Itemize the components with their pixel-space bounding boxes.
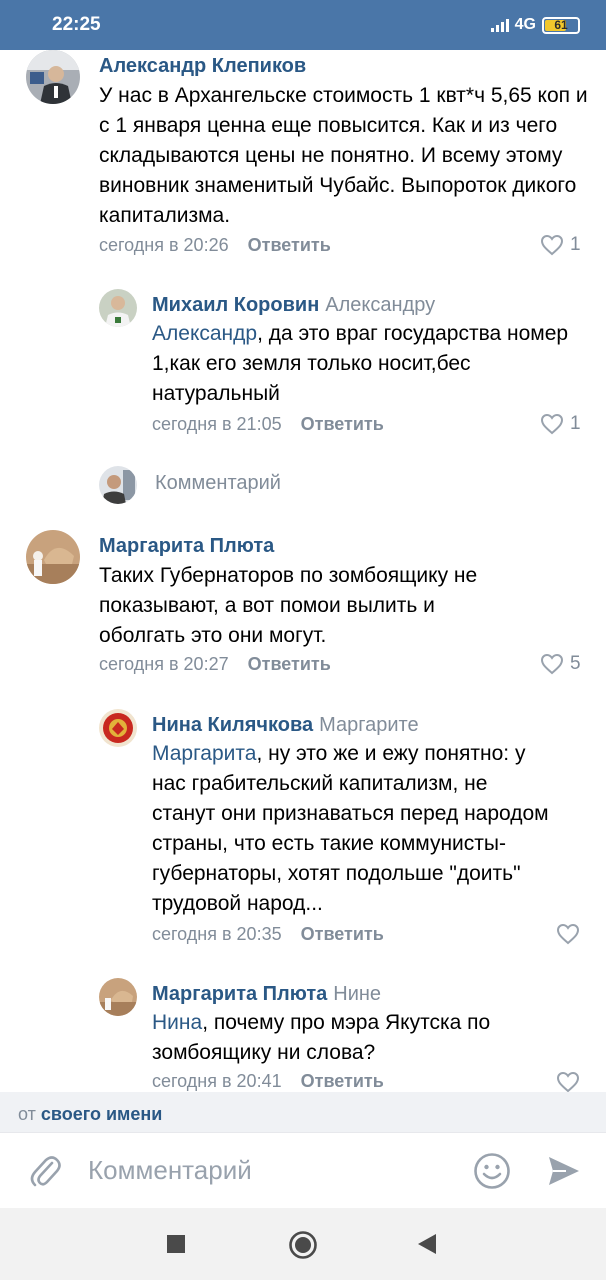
comment-text: Таких Губернаторов по зомбоящику не пока…: [99, 564, 478, 647]
avatar[interactable]: [26, 50, 80, 104]
comment-date: сегодня в 20:35: [152, 924, 282, 944]
comment-reply: Нина Килячкова Маргарите Маргарита, ну эт…: [0, 705, 606, 955]
reply-to: Маргарите: [319, 714, 419, 736]
comment-text: Александр, да это враг государства номер…: [152, 322, 569, 405]
comment-meta: сегодня в 20:27 Ответить: [99, 654, 331, 675]
comment-author[interactable]: Маргарита Плюта Нине: [152, 983, 381, 1006]
like-count: 5: [570, 653, 581, 674]
reply-button[interactable]: Ответить: [301, 1071, 384, 1091]
reply-button[interactable]: Ответить: [301, 414, 384, 434]
my-avatar: [99, 466, 137, 504]
like-count: 1: [570, 413, 581, 434]
status-indicators: 4G 61: [490, 16, 580, 34]
reply-button[interactable]: Ответить: [301, 924, 384, 944]
comment-composer: [0, 1132, 606, 1208]
square-icon[interactable]: [166, 1234, 186, 1254]
avatar[interactable]: [99, 709, 137, 747]
smile-icon[interactable]: [472, 1151, 512, 1191]
battery-level: 61: [554, 18, 568, 32]
comment-author[interactable]: Маргарита Плюта: [99, 535, 274, 558]
like-button[interactable]: [556, 923, 586, 945]
like-button[interactable]: 5: [540, 653, 581, 675]
network-type: 4G: [514, 16, 536, 33]
heart-icon: [540, 234, 564, 256]
comment-date: сегодня в 20:27: [99, 654, 229, 674]
mention-link[interactable]: Маргарита: [152, 742, 256, 765]
comment-author[interactable]: Александр Клепиков: [99, 55, 306, 78]
comment-text: Нина, почему про мэра Якутска по зомбоящ…: [152, 1011, 491, 1064]
comment-meta: сегодня в 20:35 Ответить: [152, 924, 384, 945]
avatar[interactable]: [99, 289, 137, 327]
comment-meta: сегодня в 20:41 Ответить: [152, 1071, 384, 1092]
back-triangle-icon[interactable]: [416, 1232, 438, 1256]
heart-icon: [540, 413, 564, 435]
system-nav-bar: [0, 1208, 606, 1280]
comment-input[interactable]: [88, 1155, 428, 1186]
heart-icon: [556, 1071, 580, 1092]
comment-date: сегодня в 21:05: [152, 414, 282, 434]
avatar[interactable]: [99, 978, 137, 1016]
comment-author[interactable]: Нина Килячкова Маргарите: [152, 714, 419, 737]
send-icon[interactable]: [546, 1153, 582, 1189]
thread-comment-input[interactable]: Комментарий: [155, 472, 281, 495]
post-as-name[interactable]: своего имени: [41, 1104, 162, 1124]
heart-icon: [556, 923, 580, 945]
comment-reply: Маргарита Плюта Нине Нина, почему про мэр…: [0, 974, 606, 1092]
reply-to: Александру: [325, 294, 436, 316]
status-bar: 22:25 4G 61: [0, 0, 606, 50]
reply-to: Нине: [333, 983, 382, 1005]
comment-meta: сегодня в 20:26 Ответить: [99, 235, 331, 256]
comment-meta: сегодня в 21:05 Ответить: [152, 414, 384, 435]
comment-reply: Михаил Коровин Александру Александр, да э…: [0, 285, 606, 445]
avatar[interactable]: [26, 530, 80, 584]
paperclip-icon[interactable]: [28, 1153, 62, 1189]
comment-date: сегодня в 20:26: [99, 235, 229, 255]
like-button[interactable]: 1: [540, 413, 581, 435]
signal-icon: [490, 18, 509, 32]
comment: Александр Клепиков У нас в Архангельске …: [0, 50, 606, 270]
reply-button[interactable]: Ответить: [248, 235, 331, 255]
mention-link[interactable]: Александр: [152, 322, 257, 345]
comments-feed[interactable]: Александр Клепиков У нас в Архангельске …: [0, 50, 606, 1092]
circle-icon[interactable]: [288, 1230, 318, 1260]
comment: Маргарита Плюта Таких Губернаторов по зо…: [0, 530, 606, 680]
heart-icon: [540, 653, 564, 675]
like-button[interactable]: 1: [540, 234, 581, 256]
status-time: 22:25: [52, 14, 101, 35]
reply-button[interactable]: Ответить: [248, 654, 331, 674]
comment-author[interactable]: Михаил Коровин Александру: [152, 294, 435, 317]
comment-text: Маргарита, ну это же и ежу понятно: у на…: [152, 742, 549, 915]
battery-icon: 61: [542, 16, 580, 34]
post-as-selector[interactable]: от своего имени: [0, 1092, 606, 1132]
post-as-prefix: от: [18, 1104, 36, 1124]
comment-date: сегодня в 20:41: [152, 1071, 282, 1091]
like-count: 1: [570, 234, 581, 255]
like-button[interactable]: [556, 1071, 586, 1092]
mention-link[interactable]: Нина: [152, 1011, 202, 1034]
comment-text: У нас в Архангельске стоимость 1 квт*ч 5…: [99, 84, 588, 227]
